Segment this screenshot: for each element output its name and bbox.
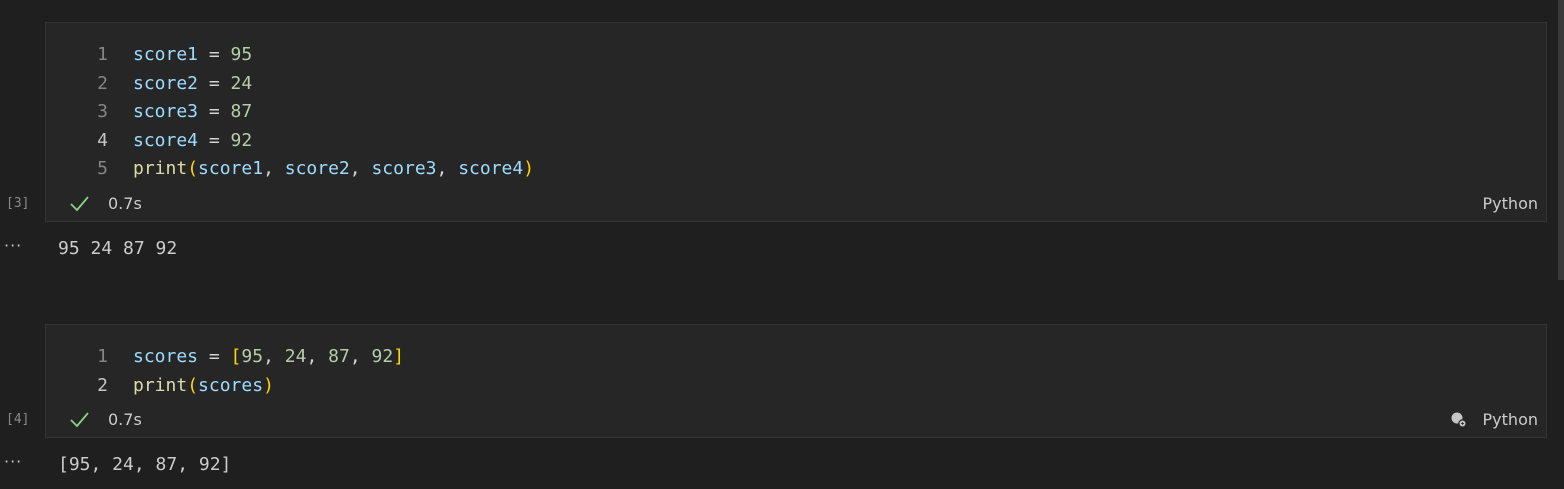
- line-number: 2: [97, 374, 108, 396]
- code-token: score4: [133, 129, 199, 151]
- code-token: 95: [230, 44, 253, 65]
- code-token: score2: [133, 72, 199, 94]
- code-token: =: [198, 346, 231, 367]
- code-token: ): [523, 158, 535, 179]
- code-token: score1: [133, 44, 199, 65]
- execution-duration: 0.7s: [108, 410, 142, 429]
- code-token: 92: [230, 129, 253, 151]
- line-number: 1: [97, 346, 108, 367]
- code-line[interactable]: 1 scores = [95, 24, 87, 92]: [46, 343, 1546, 372]
- code-token: [: [230, 346, 242, 367]
- code-line[interactable]: 4 score4 = 92: [46, 127, 1546, 156]
- code-token: =: [198, 101, 231, 122]
- line-number: 2: [97, 72, 108, 94]
- cell-status-bar: 0.7s Python: [46, 403, 1546, 437]
- scrollbar-thumb[interactable]: [1558, 0, 1564, 280]
- code-token: 92: [371, 346, 394, 367]
- line-number: 3: [97, 101, 108, 122]
- line-number: 4: [97, 129, 108, 151]
- line-code: print(score1, score2, score3, score4): [133, 155, 534, 184]
- code-token: ]: [393, 346, 405, 367]
- code-token: 95: [241, 346, 264, 367]
- code-token: (: [187, 158, 199, 179]
- cell-language-button[interactable]: Python: [1483, 403, 1538, 437]
- code-token: score1: [198, 158, 264, 179]
- execution-count: [3]: [6, 196, 30, 211]
- code-token: =: [198, 44, 231, 65]
- line-code: score3 = 87: [133, 98, 252, 127]
- code-editor[interactable]: 1 score1 = 95 2 score2 = 24 3 score3 = 87 4 sco…: [46, 41, 1546, 184]
- code-line[interactable]: 5 print(score1, score2, score3, score4): [46, 155, 1546, 184]
- notebook-editor: 1 score1 = 95 2 score2 = 24 3 score3 = 87 4 sco…: [0, 0, 1564, 489]
- cell-output: [95, 24, 87, 92]: [58, 454, 232, 475]
- check-icon: [70, 412, 89, 428]
- code-cell-4[interactable]: 1 scores = [95, 24, 87, 92] 2 print(scores)…: [45, 324, 1547, 438]
- code-token: 87: [230, 101, 253, 122]
- execution-count: [4]: [6, 412, 30, 427]
- code-cell-3[interactable]: 1 score1 = 95 2 score2 = 24 3 score3 = 87 4 sco…: [45, 22, 1547, 222]
- cell-language-button[interactable]: Python: [1483, 187, 1538, 221]
- code-line[interactable]: 2 score2 = 24: [46, 70, 1546, 99]
- line-number: 1: [97, 44, 108, 65]
- code-token: ,: [349, 158, 372, 179]
- line-code: score1 = 95: [133, 41, 252, 70]
- code-token: ): [263, 374, 274, 396]
- code-token: =: [198, 72, 231, 94]
- code-editor[interactable]: 1 scores = [95, 24, 87, 92] 2 print(scores): [46, 343, 1546, 400]
- kernel-status-icon[interactable]: [1450, 411, 1468, 429]
- code-token: score3: [133, 101, 199, 122]
- code-line[interactable]: 1 score1 = 95: [46, 41, 1546, 70]
- code-token: ,: [263, 158, 285, 179]
- line-code: score4 = 92: [133, 127, 252, 156]
- code-token: 87: [328, 346, 350, 367]
- cell-output: 95 24 87 92: [58, 238, 178, 259]
- line-code: scores = [95, 24, 87, 92]: [133, 343, 404, 372]
- line-code: print(scores): [133, 372, 274, 401]
- output-more-button[interactable]: ···: [4, 236, 22, 255]
- execution-duration: 0.7s: [108, 194, 142, 213]
- code-token: ,: [306, 346, 329, 367]
- code-token: print: [133, 374, 188, 396]
- code-token: (: [187, 374, 199, 396]
- code-token: 24: [230, 72, 253, 94]
- line-code: score2 = 24: [133, 70, 252, 99]
- code-line[interactable]: 2 print(scores): [46, 372, 1546, 401]
- line-number: 5: [97, 158, 108, 179]
- cell-status-bar: 0.7s Python: [46, 187, 1546, 221]
- code-token: ,: [263, 346, 285, 367]
- code-token: 24: [284, 346, 307, 367]
- output-more-button[interactable]: ···: [4, 452, 22, 471]
- code-token: scores: [198, 374, 264, 396]
- check-icon: [70, 196, 89, 212]
- code-token: print: [133, 158, 188, 179]
- code-token: ,: [349, 346, 372, 367]
- code-token: score3: [371, 158, 437, 179]
- code-token: score2: [284, 158, 350, 179]
- code-token: score4: [458, 158, 524, 179]
- code-token: ,: [436, 158, 459, 179]
- code-token: =: [198, 129, 231, 151]
- code-token: scores: [133, 346, 199, 367]
- code-line[interactable]: 3 score3 = 87: [46, 98, 1546, 127]
